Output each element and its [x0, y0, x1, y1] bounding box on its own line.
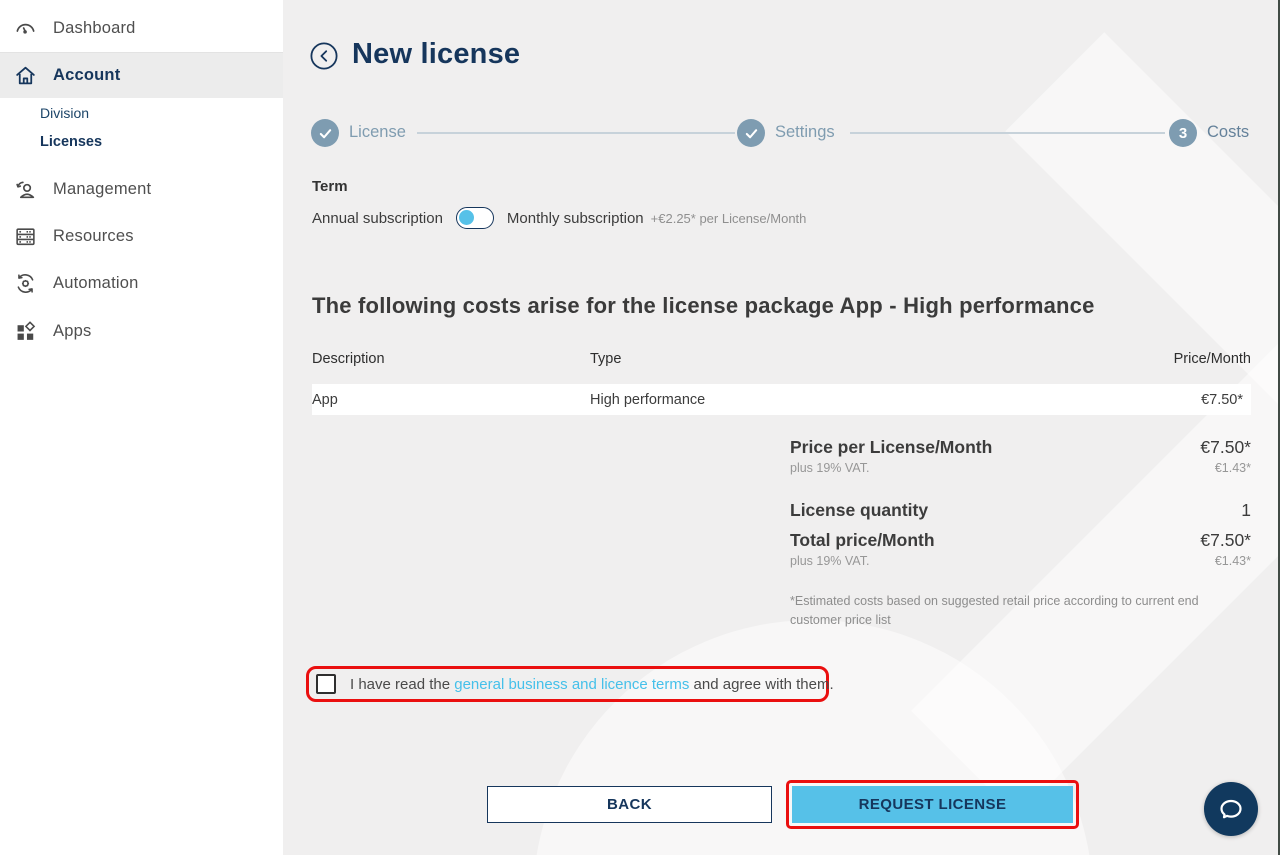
app-window: Dashboard Account Division Licenses: [0, 0, 1280, 855]
chevron-left-circle-icon: [310, 42, 338, 70]
sidebar: Dashboard Account Division Licenses: [0, 0, 283, 855]
step-settings-circle: [737, 119, 765, 147]
sidebar-item-resources[interactable]: Resources: [0, 213, 283, 259]
back-button[interactable]: [310, 42, 338, 70]
costs-table: Description Type Price/Month App High pe…: [312, 351, 1251, 415]
terms-agreement-text: I have read the general business and lic…: [350, 676, 834, 693]
monthly-price-note: +€2.25* per License/Month: [651, 211, 807, 226]
summary-price-per-license: Price per License/Month €7.50*: [790, 437, 1251, 459]
toggle-knob: [459, 210, 474, 225]
sidebar-item-label: Dashboard: [53, 19, 136, 38]
sidebar-item-label: Account: [53, 66, 120, 85]
summary-vat-row: plus 19% VAT. €1.43*: [790, 461, 1251, 475]
cell-description: App: [312, 392, 338, 408]
sidebar-item-label: Apps: [53, 322, 91, 341]
annual-subscription-label: Annual subscription: [312, 210, 443, 227]
summary-license-quantity: License quantity 1: [790, 500, 1251, 522]
vat-value: €1.43*: [1215, 554, 1251, 568]
step-settings-label: Settings: [775, 123, 835, 142]
annotation-terms-highlight: I have read the general business and lic…: [306, 666, 829, 702]
table-header: Description Type Price/Month: [312, 351, 1251, 373]
gear-sync-icon: [13, 271, 37, 295]
estimate-footnote: *Estimated costs based on suggested reta…: [790, 592, 1242, 631]
main-content: New license License Settings 3 Costs Ter…: [283, 0, 1280, 855]
apps-grid-icon: [13, 319, 37, 343]
annotation-request-highlight: REQUEST LICENSE: [786, 780, 1079, 829]
sidebar-subitem-division[interactable]: Division: [40, 105, 89, 121]
step-connector: [417, 132, 735, 134]
terms-prefix: I have read the: [350, 676, 454, 693]
sidebar-subitem-licenses[interactable]: Licenses: [40, 134, 102, 150]
chat-bubble-icon: [1216, 794, 1246, 824]
summary-total-price: Total price/Month €7.50*: [790, 530, 1251, 552]
cell-price: €7.50*: [1201, 392, 1243, 408]
summary-label: Price per License/Month: [790, 437, 992, 458]
terms-suffix: and agree with them.: [689, 676, 833, 693]
sidebar-item-dashboard[interactable]: Dashboard: [0, 5, 283, 51]
terms-link[interactable]: general business and licence terms: [454, 676, 689, 693]
sidebar-item-label: Resources: [53, 227, 134, 246]
step-connector: [850, 132, 1165, 134]
home-icon: [13, 64, 37, 88]
people-icon: [13, 177, 37, 201]
cell-type: High performance: [590, 392, 705, 408]
sidebar-item-automation[interactable]: Automation: [0, 260, 283, 306]
table-row: App High performance €7.50*: [312, 384, 1251, 415]
vat-value: €1.43*: [1215, 461, 1251, 475]
summary-label: Total price/Month: [790, 530, 935, 551]
step-license-circle: [311, 119, 339, 147]
request-license-button[interactable]: REQUEST LICENSE: [792, 786, 1073, 823]
col-description: Description: [312, 351, 385, 367]
costs-heading: The following costs arise for the licens…: [312, 293, 1095, 319]
gauge-icon: [13, 16, 37, 40]
sidebar-item-account[interactable]: Account: [0, 52, 283, 98]
back-action-button[interactable]: BACK: [487, 786, 772, 823]
term-section-label: Term: [312, 178, 348, 195]
summary-value: €7.50*: [1200, 437, 1251, 458]
step-license-label: License: [349, 123, 406, 142]
step-costs-circle: 3: [1169, 119, 1197, 147]
page-title: New license: [352, 38, 520, 71]
chat-support-button[interactable]: [1204, 782, 1258, 836]
subscription-toggle[interactable]: [456, 207, 494, 229]
sidebar-item-label: Automation: [53, 274, 138, 293]
step-number: 3: [1179, 125, 1187, 142]
check-icon: [318, 126, 333, 141]
term-row: Annual subscription Monthly subscription…: [312, 207, 806, 229]
summary-value: 1: [1241, 500, 1251, 521]
step-costs-label: Costs: [1207, 123, 1249, 142]
vat-label: plus 19% VAT.: [790, 461, 869, 475]
server-icon: [13, 224, 37, 248]
summary-label: License quantity: [790, 500, 928, 521]
sidebar-item-management[interactable]: Management: [0, 166, 283, 212]
check-icon: [744, 126, 759, 141]
col-type: Type: [590, 351, 621, 367]
terms-checkbox[interactable]: [316, 674, 336, 694]
sidebar-item-apps[interactable]: Apps: [0, 308, 283, 354]
vat-label: plus 19% VAT.: [790, 554, 869, 568]
summary-value: €7.50*: [1200, 530, 1251, 551]
sidebar-item-label: Management: [53, 180, 151, 199]
summary-vat-row: plus 19% VAT. €1.43*: [790, 554, 1251, 568]
col-price-month: Price/Month: [1174, 351, 1251, 367]
monthly-subscription-label: Monthly subscription: [507, 210, 644, 227]
